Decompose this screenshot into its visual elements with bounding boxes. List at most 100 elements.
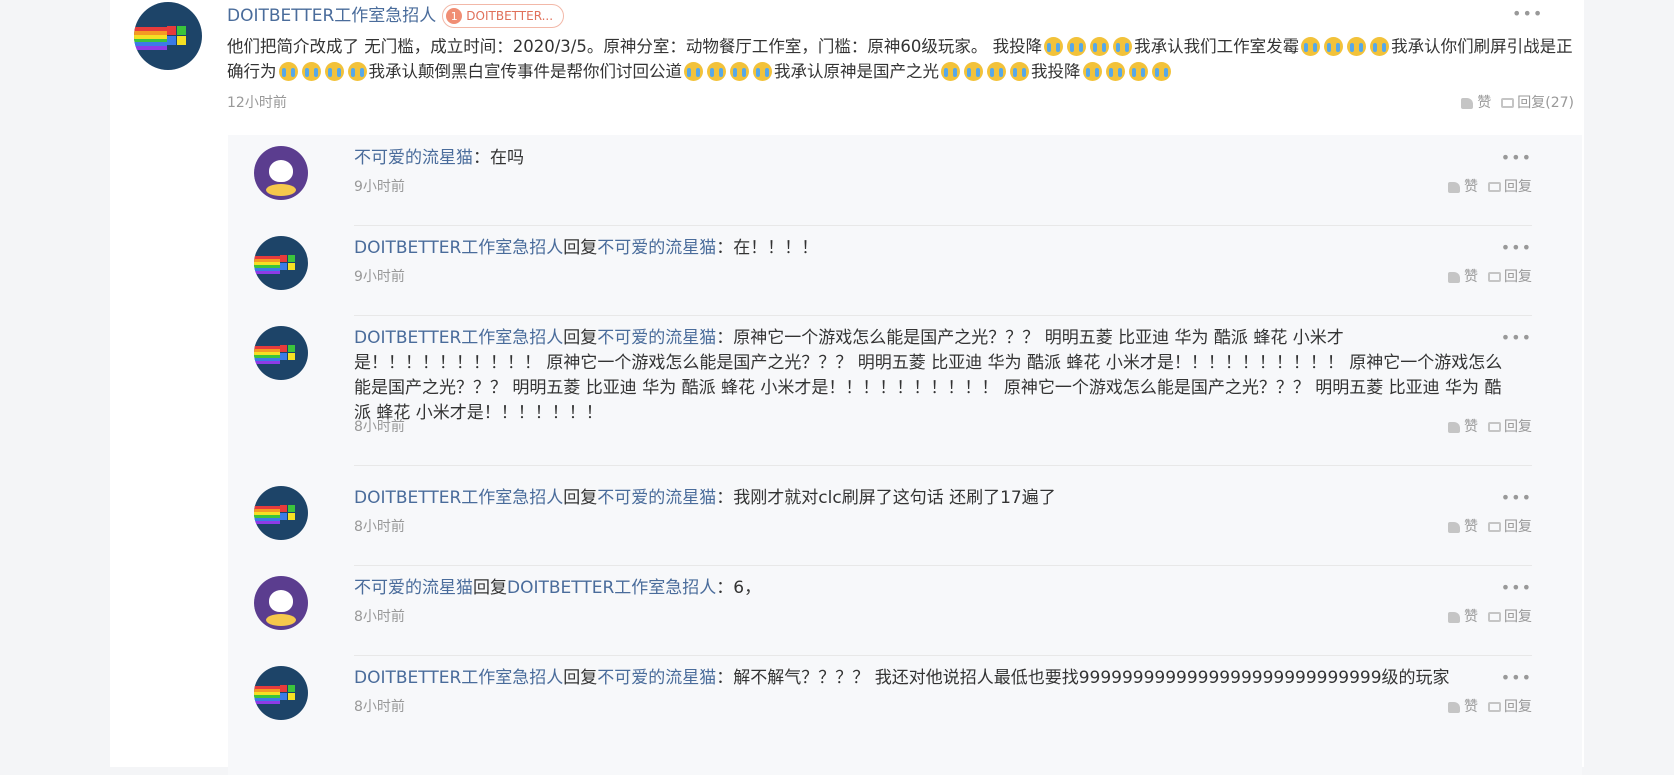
comment-text-segment: 我承认颠倒黑白宣传事件是帮你们讨回公道	[368, 62, 683, 81]
crying-face-emoji-icon	[707, 62, 726, 81]
level-number: 1	[446, 8, 463, 24]
more-options-icon[interactable]: •••	[1501, 490, 1532, 506]
reply-author-link[interactable]: DOITBETTER工作室急招人	[354, 328, 563, 348]
reply-button[interactable]: 回复	[1488, 417, 1532, 437]
main-comment-username[interactable]: DOITBETTER工作室急招人	[227, 4, 436, 28]
crying-face-emoji-icon	[1347, 37, 1367, 56]
reply-actions: 赞 回复	[1438, 177, 1532, 197]
reply-button[interactable]: 回复	[1488, 267, 1532, 287]
more-options-icon[interactable]: •••	[1501, 330, 1532, 346]
reply-actions: 赞 回复	[1438, 607, 1532, 627]
more-options-icon[interactable]: •••	[1512, 6, 1543, 22]
reply-label: 回复	[1504, 519, 1532, 535]
like-label: 赞	[1464, 609, 1478, 625]
main-comment-text: 他们把简介改成了 无门槛，成立时间：2020/3/5。原神分室：动物餐厅工作室，…	[227, 34, 1577, 84]
divider	[354, 225, 1532, 226]
reply-icon	[1488, 522, 1501, 532]
reply-text: ：解不解气？？？？ 我还对他说招人最低也要找999999999999999999…	[716, 668, 1450, 688]
reply-time: 8小时前	[354, 519, 405, 535]
like-button[interactable]: 赞	[1448, 517, 1478, 537]
reply-target-link[interactable]: 不可爱的流星猫	[597, 668, 716, 688]
more-options-icon[interactable]: •••	[1501, 240, 1532, 256]
crying-face-emoji-icon	[1044, 37, 1064, 56]
avatar[interactable]	[254, 486, 308, 540]
crying-face-emoji-icon	[730, 62, 749, 81]
reply-target-link[interactable]: 不可爱的流星猫	[597, 328, 716, 348]
thumbs-up-icon	[1448, 181, 1460, 193]
avatar[interactable]	[134, 2, 202, 70]
like-button[interactable]: 赞	[1448, 697, 1478, 717]
reply-target-link[interactable]: 不可爱的流星猫	[597, 488, 716, 508]
divider	[354, 655, 1532, 656]
reply-icon	[1488, 182, 1501, 192]
avatar[interactable]	[254, 576, 308, 630]
reply-label: 回复(27)	[1517, 95, 1574, 111]
reply-author-link[interactable]: 不可爱的流星猫	[354, 148, 473, 168]
reply-time: 8小时前	[354, 419, 405, 435]
thumbs-up-icon	[1448, 521, 1460, 533]
thumbs-up-icon	[1448, 701, 1460, 713]
comment-text-segment: 我承认我们工作室发霉	[1134, 37, 1300, 56]
reply-item: DOITBETTER工作室急招人回复 不可爱的流星猫：我刚才就对clc刷屏了这句话…	[254, 486, 1556, 577]
comment-time: 12小时前	[227, 95, 287, 111]
reply-word: 回复	[563, 668, 598, 688]
reply-author-link[interactable]: DOITBETTER工作室急招人	[354, 238, 563, 258]
like-label: 赞	[1464, 269, 1478, 285]
thumbs-up-icon	[1448, 421, 1460, 433]
reply-label: 回复	[1504, 269, 1532, 285]
reply-button[interactable]: 回复	[1488, 517, 1532, 537]
crying-face-emoji-icon	[1113, 37, 1133, 56]
reply-label: 回复	[1504, 179, 1532, 195]
user-level-badge[interactable]: 1 DOITBETTER...	[442, 4, 565, 28]
avatar[interactable]	[254, 236, 308, 290]
crying-face-emoji-icon	[301, 62, 321, 81]
reply-button[interactable]: 回复	[1488, 177, 1532, 197]
crying-face-emoji-icon	[1370, 37, 1390, 56]
like-button[interactable]: 赞	[1461, 93, 1491, 113]
reply-author-link[interactable]: DOITBETTER工作室急招人	[354, 488, 563, 508]
like-label: 赞	[1464, 419, 1478, 435]
crying-face-emoji-icon	[1324, 37, 1344, 56]
reply-actions: 赞 回复	[1438, 417, 1532, 437]
reply-author-link[interactable]: DOITBETTER工作室急招人	[354, 668, 563, 688]
like-button[interactable]: 赞	[1448, 177, 1478, 197]
reply-time: 8小时前	[354, 699, 405, 715]
crying-face-emoji-icon	[1151, 62, 1171, 81]
like-button[interactable]: 赞	[1448, 417, 1478, 437]
crying-face-emoji-icon	[684, 62, 703, 81]
crying-face-emoji-icon	[324, 62, 344, 81]
reply-target-link[interactable]: 不可爱的流星猫	[597, 238, 716, 258]
comment-page: DOITBETTER工作室急招人 1 DOITBETTER... ••• 他们把…	[110, 0, 1584, 775]
more-options-icon[interactable]: •••	[1501, 150, 1532, 166]
avatar[interactable]	[254, 326, 308, 380]
like-button[interactable]: 赞	[1448, 267, 1478, 287]
reply-button[interactable]: 回复	[1488, 607, 1532, 627]
divider	[354, 465, 1532, 466]
reply-label: 回复	[1504, 419, 1532, 435]
more-options-icon[interactable]: •••	[1501, 580, 1532, 596]
crying-face-emoji-icon	[1105, 62, 1125, 81]
more-options-icon[interactable]: •••	[1501, 670, 1532, 686]
like-label: 赞	[1477, 95, 1492, 111]
divider	[354, 315, 1532, 316]
avatar[interactable]	[254, 666, 308, 720]
avatar[interactable]	[254, 146, 308, 200]
comment-text-segment: 他们把简介改成了 无门槛，成立时间：2020/3/5。原神分室：动物餐厅工作室，…	[227, 37, 1043, 56]
reply-text: ：我刚才就对clc刷屏了这句话 还刷了17遍了	[716, 488, 1056, 508]
reply-target-link[interactable]: DOITBETTER工作室急招人	[507, 578, 716, 598]
reply-actions: 赞 回复	[1438, 517, 1532, 537]
reply-actions: 赞 回复	[1438, 267, 1532, 287]
like-button[interactable]: 赞	[1448, 607, 1478, 627]
thumbs-up-icon	[1461, 97, 1474, 109]
reply-content: 不可爱的流星猫：在吗	[354, 146, 1514, 171]
crying-face-emoji-icon	[347, 62, 367, 81]
reply-author-link[interactable]: 不可爱的流星猫	[354, 578, 473, 598]
reply-text: ：6，	[716, 578, 762, 598]
thumbs-up-icon	[1448, 271, 1460, 283]
reply-button[interactable]: 回复	[1488, 697, 1532, 717]
reply-time: 9小时前	[354, 269, 405, 285]
reply-button[interactable]: 回复(27)	[1501, 93, 1574, 113]
reply-item: DOITBETTER工作室急招人回复不可爱的流星猫：在！！！！ ••• 9小时前赞回…	[254, 236, 1556, 327]
crying-face-emoji-icon	[278, 62, 298, 81]
reply-content: 不可爱的流星猫回复DOITBETTER工作室急招人：6，	[354, 576, 1514, 601]
